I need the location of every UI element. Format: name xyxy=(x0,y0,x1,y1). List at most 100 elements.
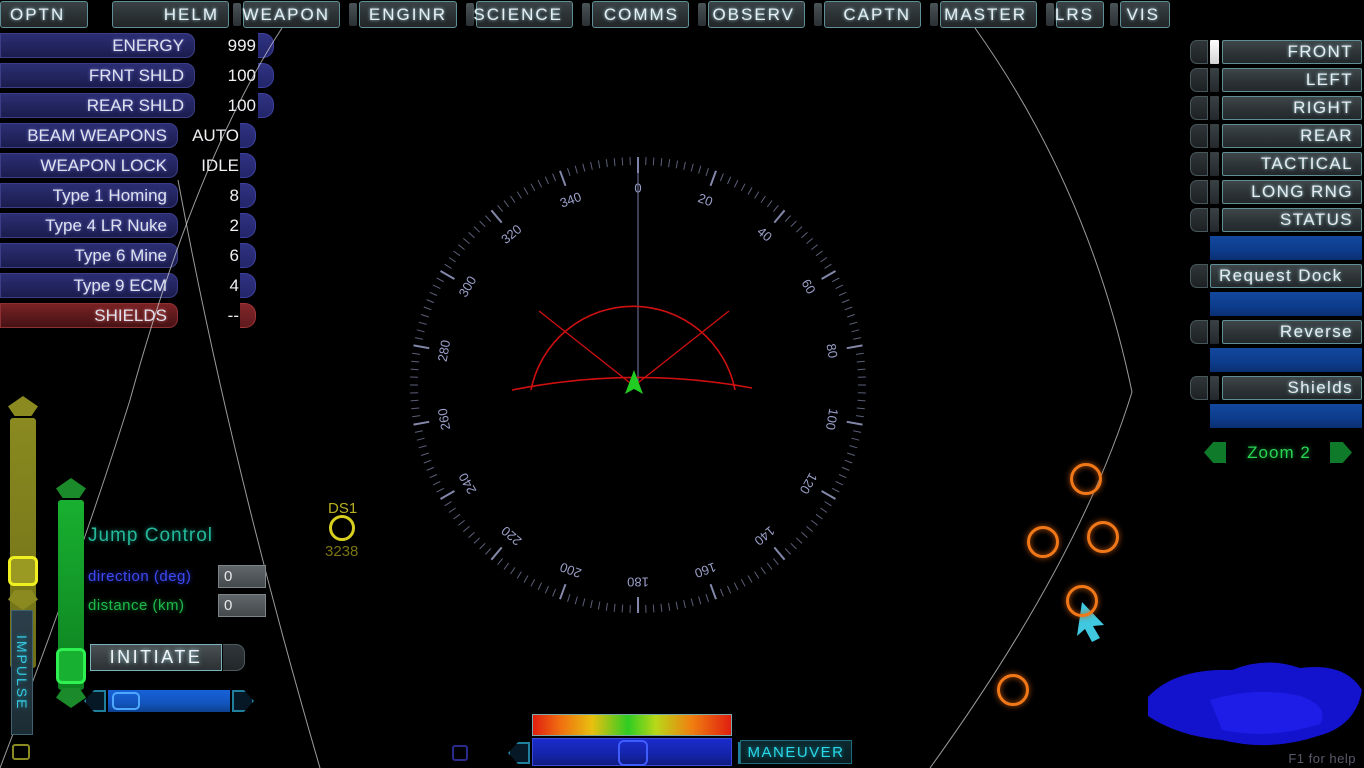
status-value: 2 xyxy=(229,215,239,235)
status-label-frnt-shld[interactable]: FRNT SHLD xyxy=(0,63,195,88)
rudder-right-arrow[interactable] xyxy=(232,690,254,712)
zoom-in-arrow[interactable] xyxy=(1330,442,1352,463)
tab-master[interactable]: MASTER xyxy=(940,1,1037,28)
button-tab xyxy=(1190,96,1208,120)
compass-tick-label: 120 xyxy=(797,470,821,496)
compass-tick-label: 40 xyxy=(754,224,775,245)
status-label-type-9-ecm[interactable]: Type 9 ECM xyxy=(0,273,178,298)
button-status[interactable]: STATUS xyxy=(1222,208,1362,232)
status-cap xyxy=(240,303,256,328)
station-tab-bar: OPTN HELM WEAPON ENGINR SCIENCE COMMS OBSERV CA… xyxy=(0,0,1364,30)
compass-tick-label: 100 xyxy=(823,407,842,431)
compass-tick-label: 20 xyxy=(696,190,715,209)
rudder-left-arrow[interactable] xyxy=(84,690,106,712)
button-tab xyxy=(1190,376,1208,400)
button-selection-marker xyxy=(1210,40,1219,64)
button-left[interactable]: LEFT xyxy=(1222,68,1362,92)
status-label-shields[interactable]: SHIELDS xyxy=(0,303,178,328)
zoom-out-arrow[interactable] xyxy=(1204,442,1226,463)
throttle-knob[interactable] xyxy=(618,740,648,766)
boundary-curve-right xyxy=(929,27,1133,768)
button-tab xyxy=(1190,152,1208,176)
view-button-row: Request Dock xyxy=(1190,264,1362,289)
maneuver-button[interactable]: MANEUVER xyxy=(740,740,852,764)
tab-captn[interactable]: CAPTN xyxy=(824,1,921,28)
help-hint: F1 for help xyxy=(1288,751,1356,766)
nebula-blob xyxy=(1148,662,1362,746)
tab-helm[interactable]: HELM xyxy=(112,1,229,28)
status-label-weapon-lock[interactable]: WEAPON LOCK xyxy=(0,153,178,178)
button-shields[interactable]: Shields xyxy=(1222,376,1362,400)
contact-ds1-range: 3238 xyxy=(325,543,359,560)
tab-enginr[interactable]: ENGINR xyxy=(359,1,457,28)
jump-distance-input[interactable]: 0 xyxy=(218,594,266,617)
bottom-status-square xyxy=(452,745,468,761)
tab-optn[interactable]: OPTN xyxy=(0,1,88,28)
contact-asteroid-4[interactable] xyxy=(1066,585,1098,617)
impulse-decrease-arrow[interactable] xyxy=(56,688,86,708)
status-row: Type 4 LR Nuke 2 xyxy=(0,213,280,240)
tab-weapon[interactable]: WEAPON xyxy=(242,1,340,28)
button-request-dock[interactable]: Request Dock xyxy=(1210,264,1362,288)
button-reverse[interactable]: Reverse xyxy=(1222,320,1362,344)
status-label-type-4-lr-nuke[interactable]: Type 4 LR Nuke xyxy=(0,213,178,238)
view-control-panel: FRONT LEFT RIGHT REAR TACTICAL LONG RNG STATUS… xyxy=(1190,40,1362,432)
status-row: ENERGY 999 xyxy=(0,33,280,60)
status-cap xyxy=(240,123,256,148)
button-front[interactable]: FRONT xyxy=(1222,40,1362,64)
tab-marker-master xyxy=(930,3,938,26)
view-button-row: REAR xyxy=(1190,124,1362,149)
view-button-row xyxy=(1190,292,1362,317)
view-button-row xyxy=(1190,236,1362,261)
tab-marker-weapon xyxy=(233,3,241,26)
status-value: 8 xyxy=(229,185,239,205)
jump-initiate-button[interactable]: INITIATE xyxy=(90,644,222,671)
helm-console: OPTN HELM WEAPON ENGINR SCIENCE COMMS OBSERV CA… xyxy=(0,0,1364,768)
jump-direction-label: direction (deg) xyxy=(88,568,192,585)
contact-asteroid-5[interactable] xyxy=(997,674,1029,706)
jump-direction-row: direction (deg) 0 xyxy=(88,565,266,591)
compass-tick-label: 220 xyxy=(498,523,524,548)
tab-marker-vis xyxy=(1110,3,1118,26)
panel-filler-bar xyxy=(1210,348,1362,372)
tab-lrs[interactable]: LRS xyxy=(1055,1,1104,28)
status-label-energy[interactable]: ENERGY xyxy=(0,33,195,58)
view-button-row: TACTICAL xyxy=(1190,152,1362,177)
panel-filler-bar xyxy=(1210,236,1362,260)
status-value: 100 xyxy=(227,95,256,115)
status-row: FRNT SHLD 100 xyxy=(0,63,280,90)
status-label-type-1-homing[interactable]: Type 1 Homing xyxy=(0,183,178,208)
jump-direction-input[interactable]: 0 xyxy=(218,565,266,588)
throttle-left-arrow[interactable] xyxy=(508,742,530,764)
status-label-type-6-mine[interactable]: Type 6 Mine xyxy=(0,243,178,268)
status-cap xyxy=(240,153,256,178)
status-row: Type 1 Homing 8 xyxy=(0,183,280,210)
status-label-rear-shld[interactable]: REAR SHLD xyxy=(0,93,195,118)
tab-observ[interactable]: OBSERV xyxy=(708,1,805,28)
tab-science[interactable]: SCIENCE xyxy=(473,1,573,28)
view-button-row xyxy=(1190,404,1362,429)
impulse-knob[interactable] xyxy=(56,648,86,684)
button-long-rng[interactable]: LONG RNG xyxy=(1222,180,1362,204)
warp-knob[interactable] xyxy=(8,556,38,586)
contact-asteroid-2[interactable] xyxy=(1027,526,1059,558)
contact-asteroid-3[interactable] xyxy=(1087,521,1119,553)
ship-status-panel: ENERGY 999 FRNT SHLD 100 REAR SHLD 100 BEAM WE… xyxy=(0,33,280,333)
button-tab xyxy=(1190,208,1208,232)
warp-increase-arrow[interactable] xyxy=(8,396,38,416)
view-button-row xyxy=(1190,348,1362,373)
status-row: REAR SHLD 100 xyxy=(0,93,280,120)
status-label-beam-weapons[interactable]: BEAM WEAPONS xyxy=(0,123,178,148)
tactical-compass-dial: 0204060801001201401601802002202402602803… xyxy=(378,125,898,645)
button-right[interactable]: RIGHT xyxy=(1222,96,1362,120)
tab-comms[interactable]: COMMS xyxy=(592,1,689,28)
compass-tick-label: 260 xyxy=(435,407,454,431)
rudder-knob[interactable] xyxy=(112,692,140,710)
button-tactical[interactable]: TACTICAL xyxy=(1222,152,1362,176)
tab-marker-comms xyxy=(582,3,590,26)
button-rear[interactable]: REAR xyxy=(1222,124,1362,148)
impulse-increase-arrow[interactable] xyxy=(56,478,86,498)
contact-asteroid-1[interactable] xyxy=(1070,463,1102,495)
jump-distance-label: distance (km) xyxy=(88,597,185,614)
tab-vis[interactable]: VIS xyxy=(1120,1,1170,28)
